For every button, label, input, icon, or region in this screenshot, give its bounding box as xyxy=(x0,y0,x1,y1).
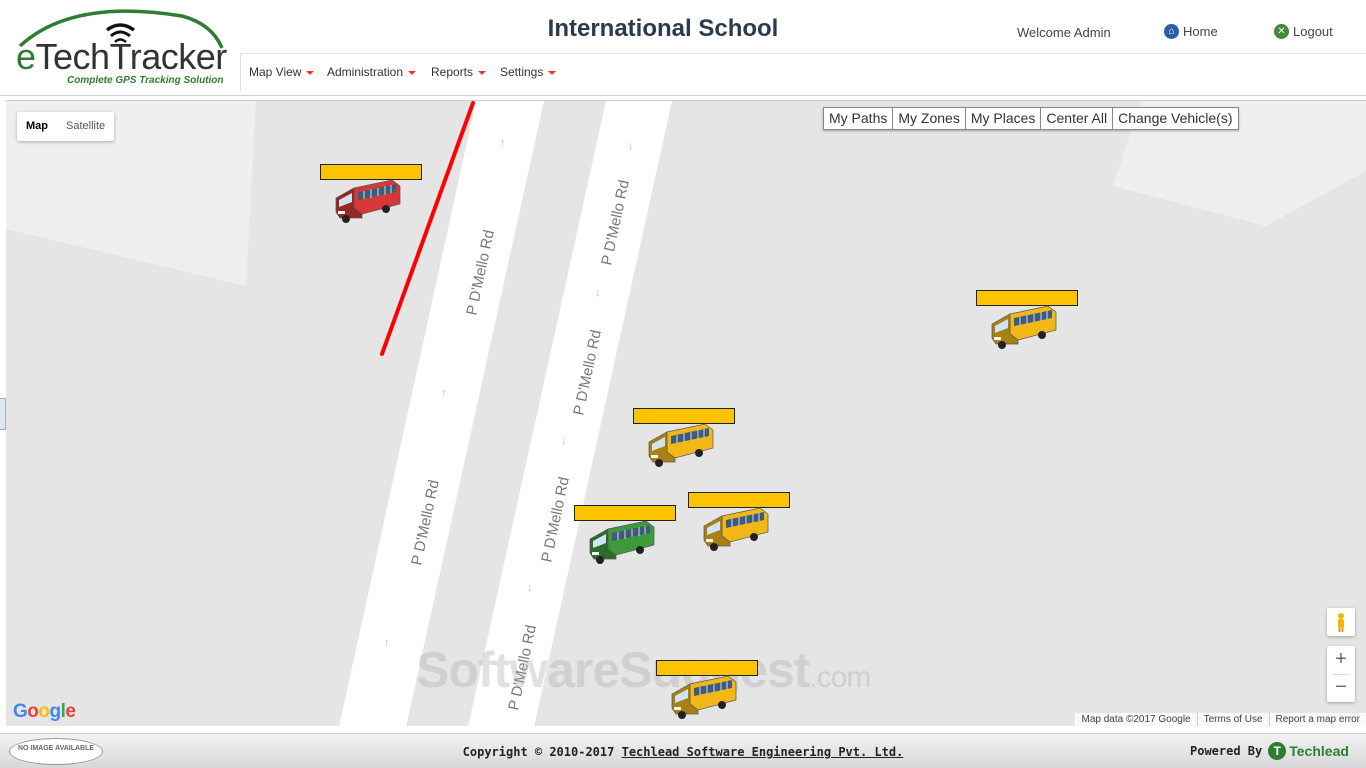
report-map-error-link[interactable]: Report a map error xyxy=(1268,713,1366,726)
google-logo[interactable]: Google xyxy=(13,701,76,723)
svg-text:↓: ↓ xyxy=(628,140,634,152)
svg-text:↑: ↑ xyxy=(384,637,390,649)
app-window: eTechTracker Complete GPS Tracking Solut… xyxy=(0,0,1366,768)
footer: NO IMAGE AVAILABLE Copyright © 2010-2017… xyxy=(0,733,1366,768)
side-panel-toggle[interactable] xyxy=(0,398,6,430)
techlead-logo[interactable]: T Techlead xyxy=(1268,742,1349,760)
map-data-text: Map data ©2017 Google xyxy=(1081,714,1191,725)
logout-link[interactable]: ✕ Logout xyxy=(1274,24,1333,39)
bus-icon xyxy=(991,305,1057,349)
my-zones-button[interactable]: My Zones xyxy=(893,108,966,129)
svg-text:↑: ↑ xyxy=(441,387,447,399)
copyright-text: Copyright © 2010-2017 Techlead Software … xyxy=(462,745,904,759)
my-paths-button[interactable]: My Paths xyxy=(824,108,894,129)
logout-icon: ✕ xyxy=(1274,24,1289,39)
svg-text:↓: ↓ xyxy=(595,287,601,299)
map-attribution: Map data ©2017 Google Terms of Use Repor… xyxy=(1075,713,1366,726)
logout-label: Logout xyxy=(1293,24,1333,39)
svg-text:↓: ↓ xyxy=(527,582,533,594)
map-canvas[interactable]: ↑ ↑ ↑ ↓ ↓ ↓ ↓ P D'Mello Rd P D'Mello Rd P D'M… xyxy=(6,100,1366,726)
nav-reports[interactable]: Reports xyxy=(431,65,487,79)
home-link[interactable]: ⌂ Home xyxy=(1164,24,1218,39)
techlead-mark-icon: T xyxy=(1268,742,1287,760)
company-link[interactable]: Techlead Software Engineering Pvt. Ltd. xyxy=(622,745,904,759)
powered-by: Powered By T Techlead xyxy=(1190,742,1349,760)
logo-tagline: Complete GPS Tracking Solution xyxy=(67,75,224,86)
header: eTechTracker Complete GPS Tracking Solut… xyxy=(0,0,1366,96)
terms-of-use-link[interactable]: Terms of Use xyxy=(1196,713,1269,726)
zoom-control: + − xyxy=(1327,646,1355,702)
caret-down-icon xyxy=(548,70,557,75)
street-view-pegman-button[interactable] xyxy=(1327,608,1355,636)
bus-icon xyxy=(335,179,401,223)
svg-text:↓: ↓ xyxy=(561,435,567,447)
nav-map-view[interactable]: Map View xyxy=(249,65,315,79)
my-places-button[interactable]: My Places xyxy=(966,108,1042,129)
page-title: International School xyxy=(547,15,779,42)
center-all-button[interactable]: Center All xyxy=(1041,108,1114,129)
map-type-map-button[interactable]: Map xyxy=(17,112,57,141)
map-toolbar: My Paths My Zones My Places Center All C… xyxy=(823,107,1239,130)
zoom-in-button[interactable]: + xyxy=(1327,646,1355,674)
home-label: Home xyxy=(1183,24,1218,39)
pegman-icon xyxy=(1338,613,1344,632)
bus-icon xyxy=(589,520,655,564)
nav-settings[interactable]: Settings xyxy=(500,65,557,79)
zoom-divider xyxy=(1332,674,1350,675)
home-icon: ⌂ xyxy=(1164,24,1179,39)
welcome-text: Welcome Admin xyxy=(1017,25,1111,40)
caret-down-icon xyxy=(408,70,417,75)
change-vehicles-button[interactable]: Change Vehicle(s) xyxy=(1113,108,1237,129)
logo-wordmark: eTechTracker xyxy=(16,36,227,77)
map-type-control: Map Satellite xyxy=(17,112,115,141)
main-nav: Map View Administration Reports Settings xyxy=(240,53,1366,91)
zoom-out-button[interactable]: − xyxy=(1327,674,1355,702)
etechtracker-logo[interactable]: eTechTracker Complete GPS Tracking Solut… xyxy=(12,6,227,92)
bus-icon xyxy=(671,675,737,719)
caret-down-icon xyxy=(478,70,487,75)
watermark: SoftwareSuggest.com xyxy=(416,642,871,698)
bus-icon xyxy=(648,423,714,467)
svg-text:↑: ↑ xyxy=(500,137,506,149)
map-type-satellite-button[interactable]: Satellite xyxy=(57,112,114,141)
nav-administration[interactable]: Administration xyxy=(327,65,417,79)
caret-down-icon xyxy=(306,70,315,75)
bus-icon xyxy=(703,507,769,551)
